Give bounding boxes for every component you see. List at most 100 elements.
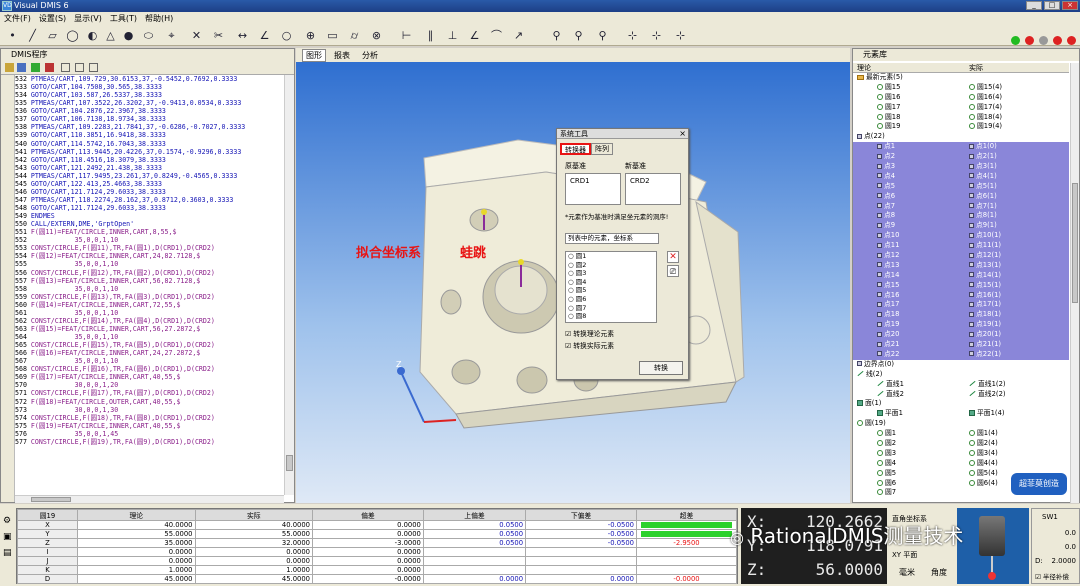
tree-item[interactable]: 点1 点1(0) [853,142,1069,153]
clear-icon[interactable]: ⎚ [667,265,679,277]
code-line[interactable]: 537 GOTO/CART,106.7138,18.9734,38.3333 [15,115,283,123]
table-row[interactable]: Z 35.0000 32.0000 -3.0000 0.0500 -0.0500 -2.95… [17,538,737,548]
profile-icon[interactable]: ⌒ [490,29,503,42]
code-line[interactable]: 555 35,0,0,1,10 [15,260,283,268]
horizontal-scrollbar[interactable] [15,495,284,503]
check-theory[interactable]: ☑ 转换理论元素 [565,328,614,338]
code-line[interactable]: 550 CALL/EXTERN,DME,'GrptOpen' [15,220,283,228]
code-line[interactable]: 544 PTMEAS/CART,117.9495,23.261,37,0.824… [15,172,283,180]
code-line[interactable]: 558 35,0,0,1,10 [15,285,283,293]
code-line[interactable]: 566 F(圆16)=FEAT/CIRCLE,INNER,CART,24,27.… [15,349,283,357]
run-icon[interactable] [31,63,40,72]
tree-item[interactable]: 点20 点20(1) [853,330,1069,341]
code-line[interactable]: 543 GOTO/CART,121.2492,21.438,38.3333 [15,164,283,172]
menu-file[interactable]: 文件(F) [4,13,31,24]
dialog-close-icon[interactable]: × [679,129,686,139]
probe-change-icon[interactable]: ⚲ [572,29,585,42]
tab-analysis[interactable]: 分析 [358,49,382,62]
cut-icon[interactable]: ✂ [212,29,225,42]
code-line[interactable]: 564 35,0,0,1,10 [15,333,283,341]
unit-button[interactable]: 毫米 [892,566,922,580]
menu-settings[interactable]: 设置(S) [39,13,66,24]
maximize-button[interactable]: □ [1044,1,1060,10]
vertical-scrollbar[interactable] [284,75,294,495]
code-line[interactable]: 568 CONST/CIRCLE,F(圆16),TR,FA(圆6),D(CRD1… [15,365,283,373]
tree-item[interactable]: 圆17 圆17(4) [853,103,1069,113]
code-line[interactable]: 547 PTMEAS/CART,118.2274,28.162,37,0.871… [15,196,283,204]
point-icon[interactable]: • [6,29,19,42]
list-item[interactable]: ○ 圆6 [568,295,656,304]
code-line[interactable]: 563 F(圆15)=FEAT/CIRCLE,INNER,CART,56,27.… [15,325,283,333]
code-line[interactable]: 561 35,0,0,1,10 [15,309,283,317]
tab-graphics[interactable]: 图形 [302,48,326,62]
coord-system-icon[interactable]: ⊹ [626,29,639,42]
tree-item[interactable]: 点19 点19(1) [853,320,1069,331]
tree-item[interactable]: 点14 点14(1) [853,270,1069,281]
code-line[interactable]: 567 35,0,0,1,10 [15,357,283,365]
code-line[interactable]: 533 GOTO/CART,104.7508,30.565,38.3333 [15,83,283,91]
code-line[interactable]: 536 GOTO/CART,104.2876,22.3967,38.3333 [15,107,283,115]
tree-item[interactable]: 圆(19) [853,419,1069,429]
tree-item[interactable]: 线(2) [853,370,1069,380]
angle-button[interactable]: 角度 [924,566,954,580]
stop-icon[interactable] [45,63,54,72]
table-row[interactable]: J 0.0000 0.0000 0.0000 [17,556,737,566]
list-item[interactable]: ○ 圆1 [568,252,656,261]
tree-item[interactable]: 点6 点6(1) [853,191,1069,202]
code-line[interactable]: 553 CONST/CIRCLE,F(圆11),TR,FA(圆1),D(CRD1… [15,244,283,252]
code-line[interactable]: 532 PTMEAS/CART,109.729,30.6153,37,-0.54… [15,75,283,83]
flatness-icon[interactable]: ▭ [326,29,339,42]
tree-item[interactable]: 最新元素(5) [853,73,1069,83]
save-icon[interactable] [17,63,26,72]
slot-icon[interactable]: ◐ [86,29,99,42]
code-line[interactable]: 571 CONST/CIRCLE,F(圆17),TR,FA(圆7),D(CRD1… [15,389,283,397]
table-row[interactable]: X 40.0000 40.0000 0.0000 0.0500 -0.0500 [17,520,737,530]
tree-item[interactable]: 点(22) [853,132,1069,142]
code-line[interactable]: 565 CONST/CIRCLE,F(圆15),TR,FA(圆5),D(CRD1… [15,341,283,349]
tree-item[interactable]: 直线1 直线1(2) [853,380,1069,390]
tree-item[interactable]: 点15 点15(1) [853,280,1069,291]
tree-item[interactable]: 点9 点9(1) [853,221,1069,232]
code-line[interactable]: 557 F(圆13)=FEAT/CIRCLE,INNER,CART,56,82.… [15,277,283,285]
code-line[interactable]: 572 F(圆18)=FEAT/CIRCLE,OUTER,CART,40,55,… [15,398,283,406]
tree-item[interactable]: 点11 点11(1) [853,241,1069,252]
position-icon[interactable]: ⊗ [370,29,383,42]
code-line[interactable]: 556 CONST/CIRCLE,F(圆12),TR,FA(圆2),D(CRD1… [15,269,283,277]
cylindricity-icon[interactable]: ⌭ [348,29,361,42]
tree-item[interactable]: 点5 点5(1) [853,181,1069,192]
tab-array[interactable]: 阵列 [591,143,613,155]
tab-converter[interactable]: 转换器 [560,143,591,155]
save-icon[interactable]: ▣ [3,532,12,542]
code-line[interactable]: 576 35,0,0,1,45 [15,430,283,438]
angularity-icon[interactable]: ∠ [468,29,481,42]
tree-item[interactable]: 平面1 平面1(4) [853,409,1069,419]
probe-calibrate-icon[interactable]: ⚲ [596,29,609,42]
width-icon[interactable]: ⊢ [400,29,413,42]
code-line[interactable]: 534 GOTO/CART,103.587,26.5337,38.3333 [15,91,283,99]
tree-item[interactable]: 点4 点4(1) [853,171,1069,182]
sphere-icon[interactable]: ● [122,29,135,42]
tool-icon[interactable]: ⚙ [3,516,11,526]
tree-item[interactable]: 点17 点17(1) [853,300,1069,311]
tree-item[interactable]: 点22 点22(1) [853,349,1069,360]
plane-icon[interactable]: ▱ [46,29,59,42]
code-line[interactable]: 554 F(圆12)=FEAT/CIRCLE,INNER,CART,24,82.… [15,252,283,260]
code-line[interactable]: 545 GOTO/CART,122.413,25.4663,38.3333 [15,180,283,188]
ellipse-icon[interactable]: ⬭ [142,29,155,42]
tab-report[interactable]: 报表 [330,49,354,62]
open-icon[interactable] [5,63,14,72]
code-line[interactable]: 559 CONST/CIRCLE,F(圆13),TR,FA(圆3),D(CRD1… [15,293,283,301]
list-item[interactable]: ○ 圆7 [568,304,656,313]
close-button[interactable]: × [1062,1,1078,10]
circle-icon[interactable]: ◯ [66,29,79,42]
construct-icon[interactable]: ⌖ [165,29,178,42]
parallel-icon[interactable]: ∥ [424,29,437,42]
list-item[interactable]: ○ 圆2 [568,261,656,270]
line-icon[interactable]: ╱ [26,29,39,42]
code-line[interactable]: 546 GOTO/CART,121.7124,29.6033,38.3333 [15,188,283,196]
menu-tools[interactable]: 工具(T) [110,13,137,24]
runout-icon[interactable]: ↗ [512,29,525,42]
tree-item[interactable]: 点3 点3(1) [853,162,1069,172]
transform-icon[interactable]: ⊹ [674,29,687,42]
list-item[interactable]: ○ 圆5 [568,286,656,295]
